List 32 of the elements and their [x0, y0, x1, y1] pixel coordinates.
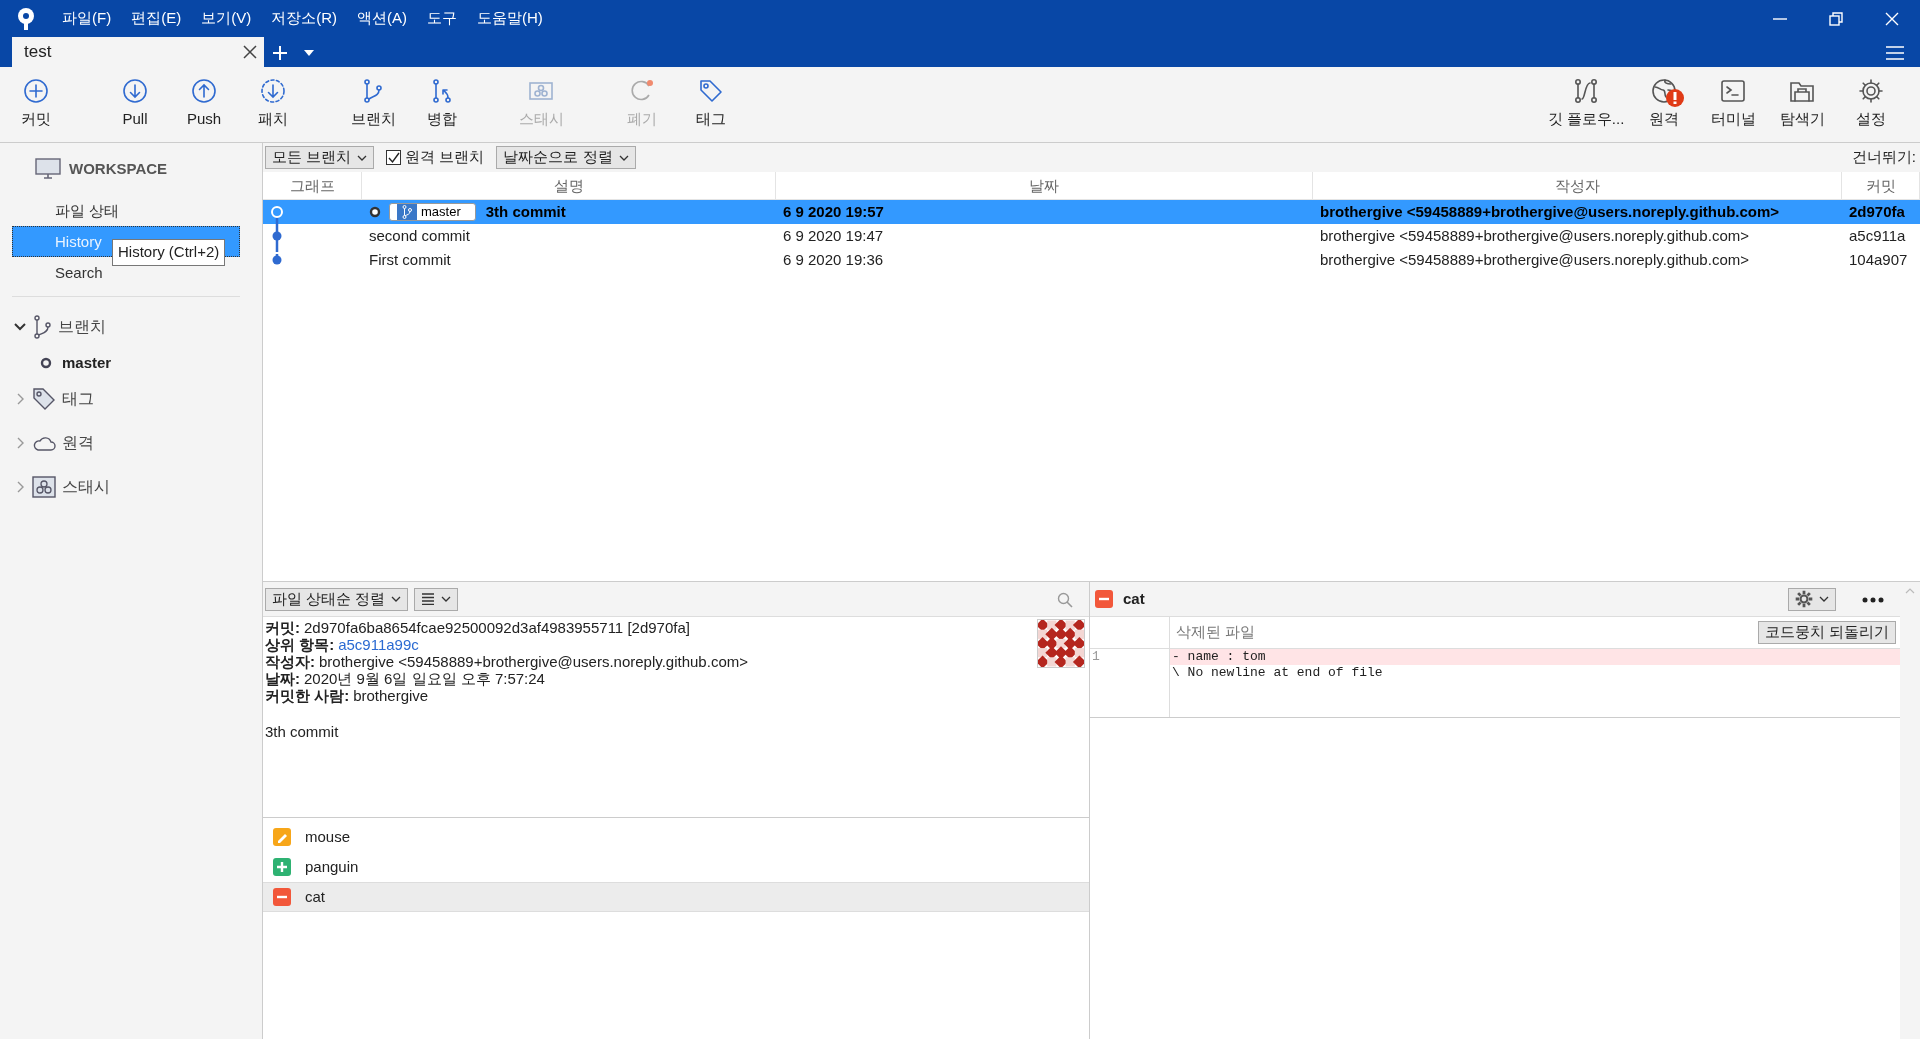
table-cell-text: 6 9 2020 19:57 [782, 201, 885, 222]
table-cell-text: 6 9 2020 19:36 [782, 249, 885, 270]
field-value: brothergive [353, 687, 429, 704]
table-cell-text: 2d970fa [1848, 201, 1906, 222]
field-label: 커밋한 사람: [265, 687, 350, 704]
table-cell-text: brothergive <59458889+brothergive@users.noreply.github.com> [1319, 249, 1750, 270]
field-value: brothergive <59458889+brothergive@users.noreply.github.com> [319, 653, 748, 670]
field-value: 2d970fa6ba8654fcae92500092d3af4983955711 [2d970fa] [304, 619, 690, 636]
commit-message: 3th commit [265, 723, 340, 740]
field-value: 2020년 9월 6일 일요일 오후 7:57:24 [304, 670, 545, 687]
table-cell-text: brothergive <59458889+brothergive@users.noreply.github.com> [1319, 225, 1750, 246]
table-cell-text: 6 9 2020 19:47 [782, 225, 885, 246]
field-label: 상위 항목: [265, 636, 335, 653]
section-title: WORKSPACE [69, 158, 168, 179]
field-label: 날짜: [265, 670, 300, 687]
tab-title: test [24, 41, 52, 64]
table-cell-text: a5c911a [1848, 225, 1907, 246]
branch-name: master [421, 203, 461, 222]
table-cell-text: 104a907 [1848, 249, 1909, 270]
jump-label: 건너뛰기: [1851, 147, 1916, 168]
tooltip: History (Ctrl+2) [112, 239, 226, 266]
commit-message: 3th commit [485, 201, 566, 222]
diff-line: \ No newline at end of file [1171, 665, 1384, 681]
line-number: 1 [1092, 649, 1100, 664]
field-label: 커밋: [265, 619, 300, 636]
hunk-title: 삭제된 파일 [1176, 622, 1256, 643]
commit-message: second commit [369, 225, 470, 246]
commit-message: First commit [369, 249, 451, 270]
field-label: 작성자: [265, 653, 315, 670]
table-cell-text: brothergive <59458889+brothergive@users.noreply.github.com> [1319, 201, 1781, 222]
file-name: cat [1123, 588, 1145, 609]
checkbox-label: 원격 브랜치 [405, 147, 485, 168]
